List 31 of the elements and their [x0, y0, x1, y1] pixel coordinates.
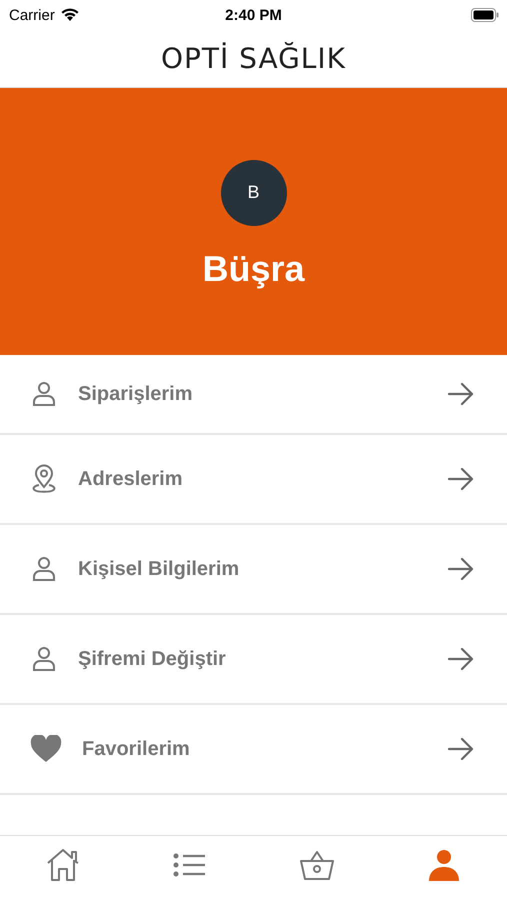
menu-item[interactable]: Adreslerim	[0, 435, 507, 525]
avatar: B	[220, 160, 286, 226]
basket-icon	[298, 849, 335, 881]
menu-label: Favorilerim	[82, 738, 191, 760]
arrow-right-icon	[447, 557, 475, 581]
list-icon	[173, 851, 208, 879]
battery-icon	[471, 8, 499, 22]
arrow-right-icon	[447, 382, 475, 406]
menu-label: Şifremi Değiştir	[78, 648, 227, 670]
user-icon	[426, 848, 461, 882]
menu-label: Adreslerim	[78, 468, 184, 490]
menu-item[interactable]: Siparişlerim	[0, 355, 507, 435]
home-icon	[45, 848, 82, 882]
menu-item[interactable]: Şifremi Değiştir	[0, 615, 507, 705]
person-icon	[30, 555, 58, 583]
arrow-right-icon	[447, 647, 475, 671]
location-pin-icon	[30, 464, 58, 494]
person-icon	[30, 645, 58, 673]
app-logo: OPTİ SAĞLIK	[160, 42, 346, 75]
menu-label: Siparişlerim	[78, 382, 194, 406]
menu-item[interactable]: Favorilerim	[0, 705, 507, 795]
user-name: Büşra	[202, 248, 305, 290]
arrow-right-icon	[447, 737, 475, 761]
menu-item[interactable]: Kişisel Bilgilerim	[0, 525, 507, 615]
menu-label: Kişisel Bilgilerim	[78, 558, 240, 580]
wifi-icon	[60, 8, 80, 22]
arrow-right-icon	[447, 467, 475, 491]
person-icon	[30, 380, 58, 408]
heart-icon	[30, 735, 62, 763]
carrier-label: Carrier	[9, 6, 55, 24]
status-time: 2:40 PM	[225, 6, 282, 24]
